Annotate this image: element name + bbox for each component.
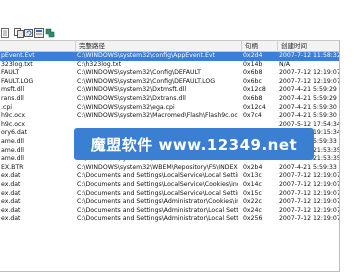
- file-name-cell: ame.dll: [1, 146, 24, 154]
- file-name-cell: FAULT.LOG: [1, 77, 34, 85]
- table-row[interactable]: .cpi C:\WINDOWS\system32\ega.cpi 0x12c4 200…: [0, 103, 339, 113]
- file-name-cell: FAULT: [1, 69, 20, 77]
- full-path-cell: C:\Documents and Settings\LocalService\C…: [77, 180, 238, 188]
- create-time-cell: 2007-7-12 12:19:07: [279, 69, 340, 77]
- full-path-cell: C:\WINDOWS\system32\Config\DEFAULT.LOG: [77, 77, 216, 85]
- copy-icon[interactable]: [14, 28, 24, 38]
- handle-cell: 0x24c: [243, 206, 262, 214]
- column-header-name[interactable]: [0, 41, 76, 52]
- table-row[interactable]: ex.dat C:\Documents and Settings\Administ…: [0, 198, 340, 207]
- full-path-cell: C:\Documents and Settings\Administrator\…: [77, 206, 238, 214]
- table-row[interactable]: msft.dll C:\WINDOWS\system32\Dxtmsft.dll 0…: [0, 86, 339, 95]
- file-name-cell: ex.dat: [1, 180, 21, 188]
- full-path-cell: C:\Documents and Settings\LocalService\L…: [77, 172, 238, 180]
- handle-cell: 0x7c4: [243, 112, 262, 120]
- handle-cell: 0x14c: [243, 180, 262, 188]
- create-time-cell: 2007-7-12 11:58:32: [279, 52, 340, 59]
- file-name-cell: EX.BTR: [1, 163, 24, 171]
- column-header-time[interactable]: 创建时间: [278, 41, 339, 52]
- full-path-cell: C:\WINDOWS\system32\Macromed\Flash\Flash…: [77, 112, 238, 120]
- handle-cell: 0x6b8: [243, 94, 263, 102]
- watermark-text: 魔盟软件 www.12349.net: [90, 135, 298, 154]
- create-time-cell: 2007-7-12 12:19:07: [279, 172, 340, 180]
- table-row[interactable]: rans.dll C:\WINDOWS\system32\Dxtrans.dll 0…: [0, 94, 339, 104]
- create-time-cell: 2007-4-21 5:59:29: [279, 86, 337, 94]
- create-time-cell: 2007-7-12 12:19:07: [279, 198, 340, 206]
- full-path-cell: C:\WINDOWS\system32\Config\DEFAULT: [77, 69, 201, 77]
- table-row[interactable]: 323log.txt C:\h323log.txt 0x14b N/A: [0, 60, 339, 70]
- handle-cell: 0x15c: [243, 189, 262, 197]
- file-name-cell: h9c.ocx: [1, 120, 26, 128]
- full-path-cell: C:\Documents and Settings\Administrator\…: [77, 198, 238, 206]
- handle-cell: 0x12c8: [243, 86, 266, 94]
- file-name-cell: ame.dll: [1, 137, 24, 145]
- handle-cell: 0x22c: [243, 198, 262, 206]
- file-name-cell: ex.dat: [1, 189, 21, 197]
- file-name-cell: 323log.txt: [1, 60, 33, 68]
- file-name-cell: rans.dll: [1, 94, 24, 102]
- full-path-cell: C:\WINDOWS\system32\ega.cpi: [77, 103, 175, 111]
- table-row[interactable]: pEvent.Evt C:\WINDOWS\system32\config\App…: [0, 52, 340, 61]
- file-name-cell: ex.dat: [1, 172, 21, 180]
- full-path-cell: C:\WINDOWS\system32\WBEM\Repository\FS\I…: [77, 163, 238, 171]
- table-row[interactable]: ex.dat C:\Documents and Settings\LocalSer…: [0, 180, 340, 190]
- refresh-icon[interactable]: [24, 28, 34, 38]
- properties-icon[interactable]: [34, 28, 44, 38]
- handle-cell: 0x13c: [243, 172, 262, 180]
- full-path-cell: C:\WINDOWS\system32\Dxtmsft.dll: [77, 86, 187, 94]
- create-time-cell: 2007-4-21 5:59:30: [279, 103, 337, 111]
- create-time-cell: 2007-4-21 5:59:30: [279, 112, 337, 120]
- handle-cell: 0x6b8: [243, 69, 263, 77]
- create-time-cell: 2007-7-12 12:19:07: [279, 189, 340, 197]
- file-name-cell: h9c.ocx: [1, 112, 26, 120]
- file-name-cell: msft.dll: [1, 86, 25, 94]
- create-time-cell: 2007-4-21 5:59:29: [279, 94, 337, 102]
- table-row[interactable]: ex.dat C:\Documents and Settings\LocalSer…: [0, 189, 340, 199]
- create-time-cell: N/A: [279, 60, 290, 68]
- handle-cell: 0x2b4: [243, 163, 263, 171]
- table-row[interactable]: FAULT.LOG C:\WINDOWS\system32\Config\DEFA…: [0, 77, 340, 87]
- full-path-cell: C:\Documents and Settings\LocalService\L…: [77, 189, 238, 197]
- list-header: 完整路径 句柄 创建时间: [0, 40, 339, 52]
- create-time-cell: 2007-7-12 12:19:07: [279, 77, 340, 85]
- create-time-cell: 2007-7-12 12:19:07: [279, 215, 340, 223]
- table-row[interactable]: ex.dat C:\Documents and Settings\Administ…: [0, 215, 340, 224]
- watermark-banner: 魔盟软件 www.12349.net: [74, 128, 314, 160]
- toolbar: [0, 0, 360, 40]
- handle-cell: 0x14b: [243, 60, 263, 68]
- create-time-cell: 2007-7-12 12:19:07: [279, 180, 340, 188]
- full-path-cell: C:\WINDOWS\system32\config\AppEvent.Evt: [77, 52, 215, 59]
- table-row[interactable]: h9c.ocx C:\WINDOWS\system32\Macromed\Flas…: [0, 112, 339, 121]
- create-time-cell: 2007-7-12 12:19:07: [279, 206, 340, 214]
- file-name-cell: ex.dat: [1, 215, 21, 223]
- table-row[interactable]: EX.BTR C:\WINDOWS\system32\WBEM\Repositor…: [0, 163, 339, 173]
- full-path-cell: C:\Documents and Settings\Administrator\…: [77, 215, 238, 223]
- file-name-cell: ory6.dat: [1, 129, 28, 137]
- file-name-cell: ex.dat: [1, 198, 21, 206]
- table-row[interactable]: ex.dat C:\Documents and Settings\Administ…: [0, 206, 340, 216]
- handle-cell: 0x2d4: [243, 52, 263, 59]
- full-path-cell: C:\h323log.txt: [77, 60, 122, 68]
- file-name-cell: .cpi: [1, 103, 13, 111]
- file-name-cell: ame.dll: [1, 155, 24, 163]
- table-row[interactable]: FAULT C:\WINDOWS\system32\Config\DEFAULT 0…: [0, 69, 340, 78]
- handle-cell: 0x6bc: [243, 77, 262, 85]
- full-path-cell: C:\WINDOWS\system32\Dxtrans.dll: [77, 94, 186, 102]
- file-name-cell: ex.dat: [1, 206, 21, 214]
- file-name-cell: pEvent.Evt: [1, 52, 35, 59]
- find-handle-icon[interactable]: [45, 28, 55, 38]
- table-row[interactable]: ex.dat C:\Documents and Settings\LocalSer…: [0, 172, 340, 181]
- handle-cell: 0x256: [243, 215, 263, 223]
- column-header-path[interactable]: 完整路径: [76, 41, 242, 52]
- column-header-handle[interactable]: 句柄: [242, 41, 278, 52]
- handle-cell: 0x12c4: [243, 103, 266, 111]
- create-time-cell: 2007-4-21 5:59:33: [279, 163, 337, 171]
- file-icon[interactable]: [0, 28, 10, 38]
